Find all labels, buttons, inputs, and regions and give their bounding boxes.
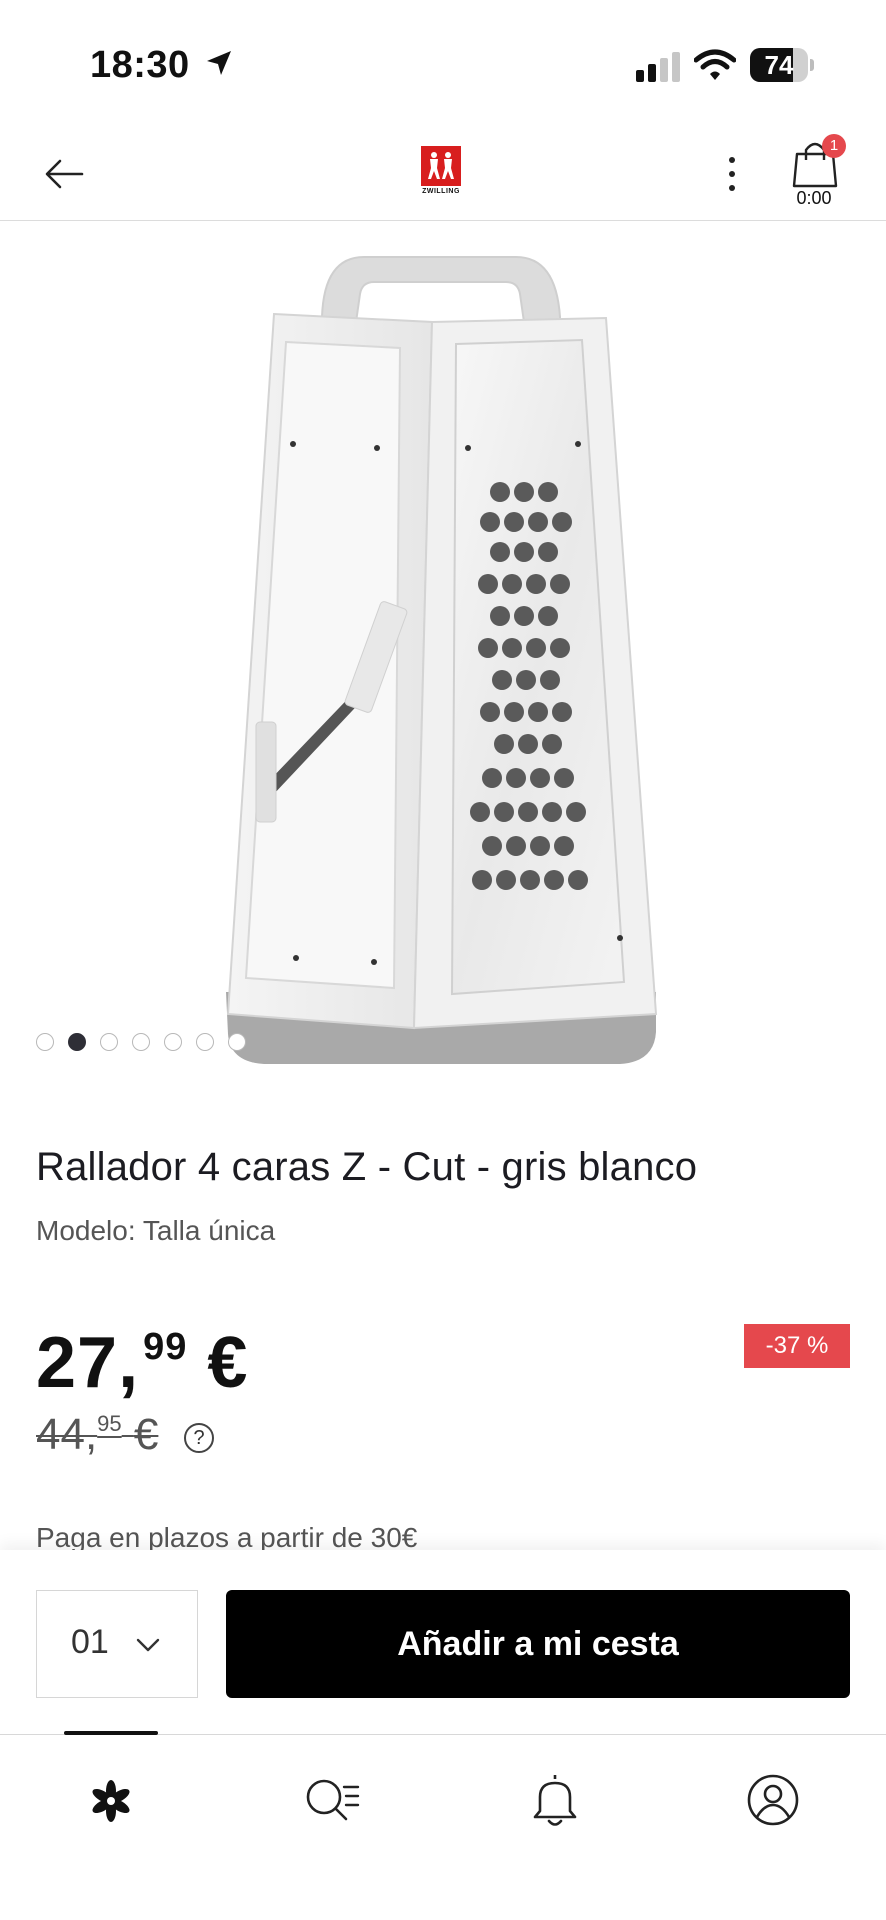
carousel-dot[interactable] (164, 1033, 182, 1051)
back-arrow-icon[interactable] (40, 150, 88, 198)
carousel-dot[interactable] (228, 1033, 246, 1051)
status-time: 18:30 (90, 44, 190, 86)
question-icon[interactable]: ? (184, 1423, 214, 1453)
carousel-dot[interactable] (196, 1033, 214, 1051)
discount-badge: -37 % (744, 1324, 850, 1368)
brand-name: ZWILLING (422, 188, 460, 195)
cellular-signal-icon (636, 52, 680, 82)
battery-level: 74 (764, 50, 794, 80)
location-arrow-icon (207, 51, 231, 75)
original-price: 44,95 € (36, 1410, 158, 1460)
search-list-icon[interactable] (296, 1765, 366, 1835)
price-integer: 27, (36, 1323, 140, 1403)
active-tab-indicator (64, 1731, 158, 1735)
product-image[interactable] (0, 222, 886, 1082)
carousel-dot[interactable] (100, 1033, 118, 1051)
old-price-decimals: 95 (97, 1411, 122, 1436)
carousel-dot[interactable] (36, 1033, 54, 1051)
add-to-cart-bar: 01 Añadir a mi cesta (0, 1550, 886, 1734)
wifi-icon (694, 49, 736, 80)
app-header: ZWILLING 1 0:00 (0, 130, 886, 221)
status-bar: 18:30 74 (0, 0, 886, 130)
current-price: 27, 99 € (36, 1322, 248, 1404)
product-model: Modelo: Talla única (36, 1215, 276, 1246)
zwilling-twins-icon (428, 152, 454, 179)
brand-logo[interactable]: ZWILLING (418, 146, 464, 198)
bell-icon[interactable] (520, 1765, 590, 1835)
old-price-integer: 44, (36, 1410, 98, 1459)
bottom-tab-bar (0, 1731, 886, 1920)
battery-indicator: 74 (750, 48, 814, 82)
add-to-cart-button[interactable]: Añadir a mi cesta (226, 1590, 850, 1698)
image-carousel-dots (36, 1033, 246, 1053)
chevron-down-icon (136, 1638, 160, 1652)
user-icon[interactable] (738, 1765, 808, 1835)
price-decimals: 99 (143, 1326, 188, 1368)
old-price-currency: € (133, 1410, 159, 1459)
cart-total: 0:00 (796, 188, 832, 208)
quantity-value: 01 (71, 1623, 109, 1661)
more-vertical-icon[interactable] (720, 152, 744, 196)
product-title: Rallador 4 caras Z - Cut - gris blanco (36, 1145, 698, 1189)
carousel-dot[interactable] (68, 1033, 86, 1051)
quantity-select[interactable]: 01 (36, 1590, 198, 1698)
carousel-dot[interactable] (132, 1033, 150, 1051)
price-currency: € (207, 1323, 249, 1403)
flower-icon[interactable] (76, 1765, 146, 1835)
cart-count-badge: 1 (822, 134, 846, 158)
